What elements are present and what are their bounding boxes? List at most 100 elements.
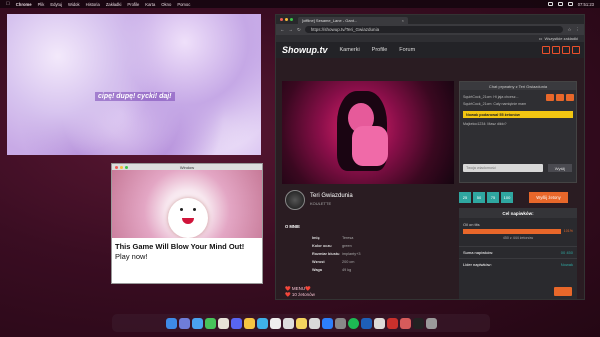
tip-leader-label: Lider napiwków: [463,262,492,267]
tab-strip: [offline] Sesame_Lane - Gant... × [276,15,584,24]
goal-progress: 101% [463,229,573,234]
camera-icon[interactable] [552,46,560,54]
zoom-icon[interactable] [290,18,293,21]
url-text: https://showup.tv/Teri_Gwiazdunia [310,27,380,32]
wifi-icon[interactable] [557,2,563,6]
ad-window[interactable]: Window This Game Will Blow Your Mind Out… [111,163,263,284]
goal-header: Cel napiwków: [459,208,577,218]
chat-panel: Chat prywatny z Teri Gwiazdunia SquirtCo… [459,81,577,183]
app-icon[interactable] [360,317,372,329]
finder-icon[interactable] [165,317,177,329]
floating-action-button[interactable] [554,287,572,296]
all-bookmarks[interactable]: Wszystkie zakładki [544,36,578,41]
avatar[interactable] [285,190,305,210]
bookmarks-bar: ▭ Wszystkie zakładki [276,35,584,42]
goal-text: Oil on tits [463,222,480,227]
profile-subtitle: KOULETTE [310,201,332,206]
forward-icon[interactable]: → [289,27,294,32]
app-icon[interactable] [399,317,411,329]
minimize-icon[interactable] [285,18,288,21]
site-logo[interactable]: Showup.tv [282,45,328,55]
menubar-item-plik[interactable]: Plik [38,2,45,7]
tip-50-button[interactable]: 50 [473,192,485,203]
menubar-item-widok[interactable]: Widok [68,2,80,7]
about-title: O MNIE [285,224,300,229]
spotify-icon[interactable] [347,317,359,329]
launchpad-icon[interactable] [178,317,190,329]
folder-icon: ▭ [538,36,543,41]
send-tokens-button[interactable]: Wyślij żetony [529,192,568,203]
menubar-app-name[interactable]: Chrome [16,2,32,7]
envelope-icon[interactable] [542,46,550,54]
back-icon[interactable]: ← [280,27,285,32]
ad-cta[interactable]: Play now! [112,251,262,262]
close-icon[interactable] [280,18,283,21]
nav-forum[interactable]: Forum [399,47,415,53]
close-tab-icon[interactable]: × [402,18,404,23]
profile-row: Wzrost 200 cm [312,260,355,264]
menubar-tray: 07:51:23 [547,2,594,7]
nav-kamerki[interactable]: Kamerki [340,47,360,53]
search-icon[interactable] [567,2,573,6]
settings-icon[interactable] [334,317,346,329]
tab-active[interactable]: [offline] Sesame_Lane - Gant... × [298,17,408,24]
profile-row: Imię Teresa [312,236,354,240]
menubar-item-profile[interactable]: Profile [127,2,139,7]
user-icon[interactable] [562,46,570,54]
calendar-icon[interactable] [269,317,281,329]
app-icon[interactable] [386,317,398,329]
tip-leader-value: Nowak [560,262,573,267]
tip-75-button[interactable]: 75 [487,192,499,203]
video-player[interactable] [282,81,454,184]
app-store-icon[interactable] [321,317,333,329]
chat-input[interactable]: Twoja wiadomość [463,164,543,172]
tip-leader-row: Lider napiwków: Nowak [459,258,577,270]
reload-icon[interactable]: ↻ [297,27,301,33]
terminal-icon[interactable] [412,317,424,329]
tip-sum-label: Suma napiwków: [463,250,494,255]
menubar-item-edytuj[interactable]: Edytuj [50,2,62,7]
chrome-icon[interactable] [243,317,255,329]
chat-message: Majkeloo1234: Masz dildo? [463,122,507,126]
tip-100-button[interactable]: 100 [501,192,513,203]
menubar-item-karta[interactable]: Karta [145,2,155,7]
menu-icon[interactable]: ⋮ [576,27,581,33]
nav-profile[interactable]: Profile [372,47,388,53]
chat-icon-2[interactable] [556,94,564,101]
tip-sum-row: Suma napiwków: 00 450 [459,246,577,258]
image-window[interactable]: cipę! dupę! cycki! daj! [7,14,261,155]
chat-icon-1[interactable] [546,94,554,101]
chat-message: SquirtCock_21cm: Cały namiętnie mam [463,102,527,106]
discord-icon[interactable] [230,317,242,329]
tip-amount-buttons: 25 50 75 100 [459,192,513,203]
notes-icon[interactable] [295,317,307,329]
address-bar[interactable]: https://showup.tv/Teri_Gwiazdunia [304,26,564,33]
app-icon[interactable] [373,317,385,329]
ad-image[interactable] [112,170,262,238]
menubar-item-okno[interactable]: Okno [161,2,171,7]
ad-headline[interactable]: This Game Will Blow Your Mind Out! [112,238,262,251]
menubar-item-pomoc[interactable]: Pomoc [177,2,190,7]
send-button[interactable]: Wyślij [548,164,572,172]
profile-menu: ❤️ MENU❤️ ❤️ 10 żetonów [285,286,315,298]
settings-icon[interactable] [572,46,580,54]
profile-section: Teri Gwiazdunia KOULETTE O MNIE Imię Tere… [282,188,454,299]
image-caption: cipę! dupę! cycki! daj! [95,92,175,101]
preview-icon[interactable] [308,317,320,329]
tip-25-button[interactable]: 25 [459,192,471,203]
site-content: Showup.tv Kamerki Profile Forum Chat pry… [276,42,584,299]
star-icon[interactable]: ☆ [567,27,571,33]
menubar-item-zakladki[interactable]: Zakładki [106,2,122,7]
battery-icon[interactable] [547,2,553,6]
messages-icon[interactable] [204,317,216,329]
apple-icon[interactable]:  [6,1,10,7]
reminders-icon[interactable] [282,317,294,329]
safari-icon[interactable] [191,317,203,329]
menubar-item-historia[interactable]: Historia [86,2,100,7]
clock[interactable]: 07:51:23 [578,2,594,7]
site-nav: Showup.tv Kamerki Profile Forum [276,42,584,58]
app-icon[interactable] [256,317,268,329]
trash-icon[interactable] [425,317,437,329]
chat-icon-3[interactable] [566,94,574,101]
photos-icon[interactable] [217,317,229,329]
